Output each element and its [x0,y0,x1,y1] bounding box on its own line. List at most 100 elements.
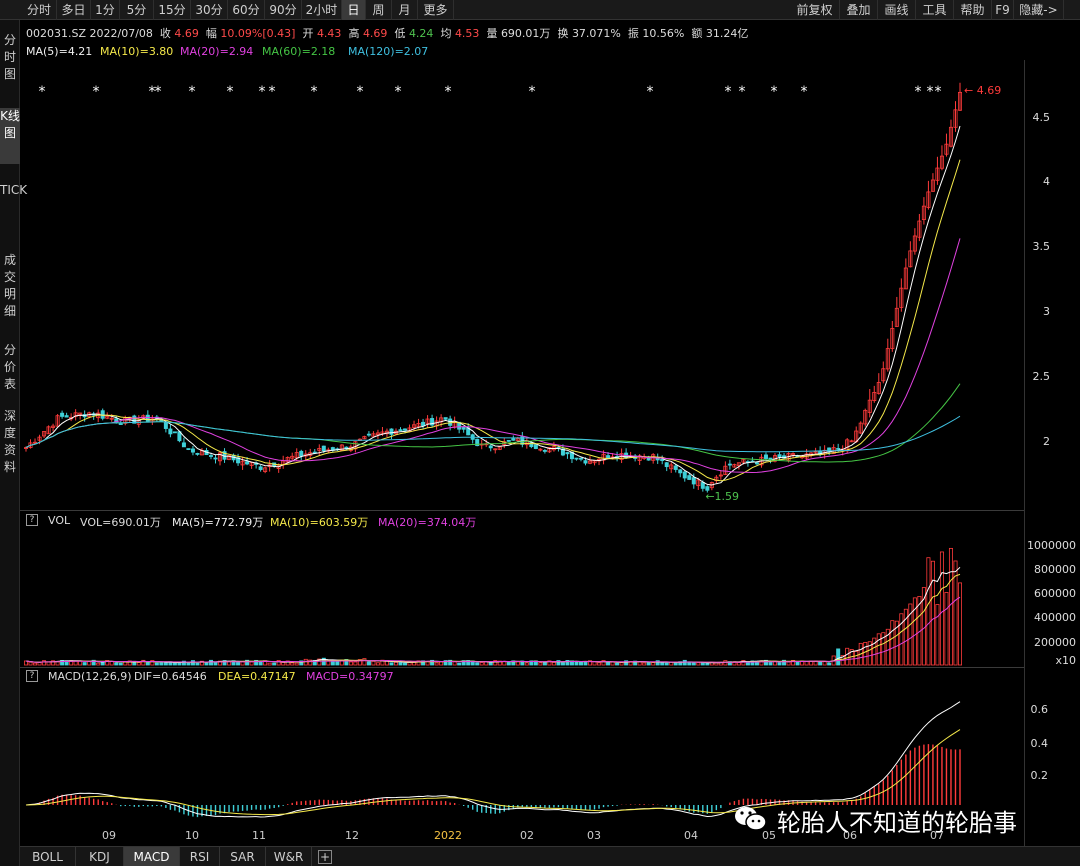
period-tab-6[interactable]: 60分 [228,0,265,20]
sidebar-item-0[interactable]: 分时图 [0,32,20,88]
tool-tab-2[interactable]: 画线 [878,0,916,20]
volume-bar [795,661,800,666]
period-tab-9[interactable]: 日 [342,0,366,20]
tool-tab-3[interactable]: 工具 [916,0,954,20]
candle-body [903,267,908,290]
candle-body [642,456,647,459]
period-tab-7[interactable]: 90分 [265,0,302,20]
period-tab-10[interactable]: 周 [366,0,392,20]
tool-tab-5[interactable]: F9 [992,0,1014,20]
close-value: 4.69 [174,27,199,40]
tool-tab-4[interactable]: 帮助 [954,0,992,20]
volume-bar [606,662,611,666]
volume-bar [118,662,123,666]
sidebar-item-2[interactable]: TICK [0,182,27,242]
volume-bar [281,662,286,666]
price-tick-4: 2.5 [1032,370,1051,383]
tool-tab-6[interactable]: 隐藏-> [1014,0,1064,20]
candle-body [186,448,191,450]
volume-bar [357,659,362,666]
indicator-tab-2[interactable]: MACD [124,847,180,866]
volume-bar [23,660,28,666]
candle-body [416,423,421,428]
period-tab-4[interactable]: 15分 [154,0,191,20]
close-label: 收 [159,27,171,40]
volume-bar [285,660,290,666]
event-star-marker: * [227,84,234,100]
candle-body [384,430,389,435]
event-star-marker: * [445,84,452,100]
candle-body [515,438,520,441]
volume-bar [213,661,218,666]
candle-body [958,91,963,111]
volume-bar [457,662,462,666]
indicator-tab-6[interactable]: + [318,850,332,864]
candle-body [840,448,845,452]
event-star-marker: * [935,84,942,100]
period-tab-3[interactable]: 5分 [120,0,154,20]
volume-bar [181,660,186,666]
volume-bar [831,655,836,666]
indicator-tab-0[interactable]: BOLL [20,847,76,866]
avg-value: 4.53 [454,27,480,40]
price-tick-1: 4 [1043,175,1050,188]
indicator-tab-4[interactable]: SAR [220,847,266,866]
volume-bar [809,660,814,666]
volume-bar [669,661,674,666]
volume-bar [231,660,236,666]
volume-bar [565,660,570,666]
period-tab-11[interactable]: 月 [392,0,418,20]
indicator-tab-1[interactable]: KDJ [76,847,124,866]
candle-body [195,453,200,455]
candle-body [529,442,534,448]
volume-bar [141,659,146,666]
sidebar-item-5[interactable]: 深度资料 [0,408,20,478]
tool-tab-1[interactable]: 叠加 [840,0,878,20]
volume-bar [912,597,917,666]
ma120-legend: MA(120)=2.07 [348,45,429,58]
macd-help-icon[interactable]: ? [26,670,38,682]
indicator-tab-5[interactable]: W&R [266,847,312,866]
indicator-tab-3[interactable]: RSI [180,847,220,866]
candle-body [91,413,96,416]
vol-help-icon[interactable]: ? [26,514,38,526]
period-tab-8[interactable]: 2小时 [302,0,342,20]
low-annotation: ←1.59 [705,490,739,503]
sidebar-item-4[interactable]: 分价表 [0,342,20,398]
ma120-line [25,415,961,453]
period-tab-5[interactable]: 30分 [191,0,228,20]
price-volume-macd-chart[interactable]: * * * * * * * * * * * * * * * * * * * * * ← 4.69←1.59 [0,0,1080,866]
volume-bar [123,661,128,666]
candle-body [718,474,723,477]
candle-body [263,467,268,472]
volume-tick-0: 1000000 [1027,539,1076,552]
candle-body [551,446,556,451]
candle-body [398,429,403,432]
period-tab-2[interactable]: 1分 [91,0,120,20]
candle-body [935,167,940,181]
candle-body [213,457,218,460]
candle-body [267,464,272,468]
wechat-watermark: 轮胎人不知道的轮胎事 [731,800,1051,837]
volume-tick-1: 800000 [1034,563,1076,576]
period-tab-12[interactable]: 更多 [418,0,454,20]
volume-bar [673,662,678,666]
sidebar-item-3[interactable]: 成交明细 [0,252,20,328]
volume-bar [497,660,502,666]
candle-body [403,428,408,431]
price-tick-5: 2 [1043,435,1050,448]
candle-body [664,462,669,468]
volume-bar [114,662,119,666]
sidebar-item-1[interactable]: K线图 [0,108,20,164]
volume-bar [339,659,344,666]
period-tab-0[interactable]: 分时 [22,0,57,20]
period-tab-1[interactable]: 多日 [57,0,91,20]
volume-bar [619,662,624,666]
tool-tab-0[interactable]: 前复权 [790,0,840,20]
candle-body [236,457,241,464]
volume-bar [935,604,940,666]
volume-bar [948,547,953,666]
candle-body [538,448,543,451]
candle-body [317,448,322,451]
ma20-line [25,238,961,474]
